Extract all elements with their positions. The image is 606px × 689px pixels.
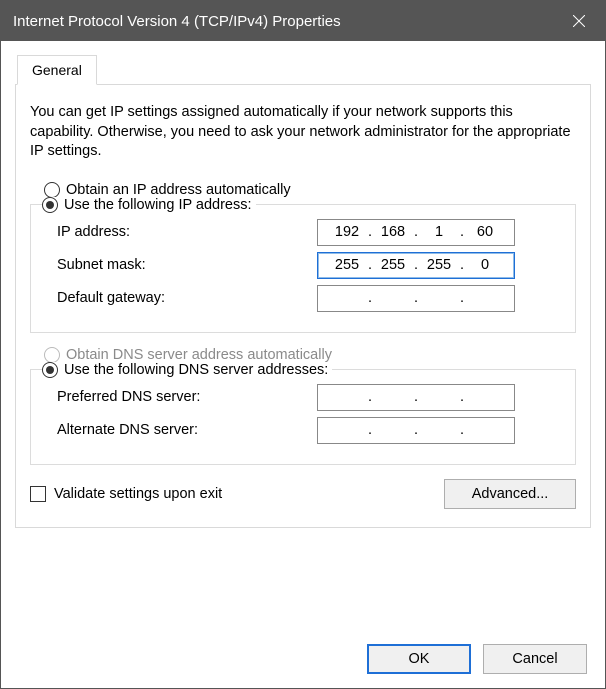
- radio-icon: [44, 347, 60, 363]
- close-icon: [573, 15, 585, 27]
- subnet-mask-input[interactable]: 255. 255. 255. 0: [317, 252, 515, 279]
- preferred-dns-label: Preferred DNS server:: [57, 389, 317, 405]
- ip-address-input[interactable]: 192. 168. 1. 60: [317, 219, 515, 246]
- ip-octet[interactable]: 192: [327, 224, 367, 240]
- ip-octet[interactable]: 0: [465, 257, 505, 273]
- tab-general[interactable]: General: [17, 55, 97, 85]
- ok-button[interactable]: OK: [367, 644, 471, 674]
- preferred-dns-input[interactable]: . . .: [317, 384, 515, 411]
- default-gateway-label: Default gateway:: [57, 290, 317, 306]
- radio-icon: [42, 197, 58, 213]
- radio-label: Obtain an IP address automatically: [66, 182, 291, 198]
- description-text: You can get IP settings assigned automat…: [30, 103, 576, 162]
- tab-sheet: You can get IP settings assigned automat…: [15, 85, 591, 528]
- ip-octet[interactable]: 255: [373, 257, 413, 273]
- advanced-button[interactable]: Advanced...: [444, 479, 576, 509]
- validate-checkbox[interactable]: [30, 486, 46, 502]
- cancel-button[interactable]: Cancel: [483, 644, 587, 674]
- radio-obtain-dns-auto: Obtain DNS server address automatically: [44, 347, 576, 363]
- dns-fieldset: Use the following DNS server addresses: …: [30, 369, 576, 465]
- radio-label: Use the following DNS server addresses:: [64, 362, 328, 378]
- ip-octet[interactable]: 255: [327, 257, 367, 273]
- window-title: Internet Protocol Version 4 (TCP/IPv4) P…: [13, 13, 341, 30]
- close-button[interactable]: [553, 1, 605, 41]
- radio-icon: [42, 362, 58, 378]
- validate-label: Validate settings upon exit: [54, 486, 222, 502]
- tab-row: General: [15, 55, 591, 85]
- ip-address-label: IP address:: [57, 224, 317, 240]
- properties-window: Internet Protocol Version 4 (TCP/IPv4) P…: [0, 0, 606, 689]
- radio-icon: [44, 182, 60, 198]
- default-gateway-input[interactable]: . . .: [317, 285, 515, 312]
- radio-label: Use the following IP address:: [64, 197, 252, 213]
- ip-octet[interactable]: 60: [465, 224, 505, 240]
- radio-obtain-ip-auto[interactable]: Obtain an IP address automatically: [44, 182, 576, 198]
- subnet-mask-label: Subnet mask:: [57, 257, 317, 273]
- ip-octet[interactable]: 168: [373, 224, 413, 240]
- radio-label: Obtain DNS server address automatically: [66, 347, 332, 363]
- ip-fieldset: Use the following IP address: IP address…: [30, 204, 576, 333]
- alternate-dns-input[interactable]: . . .: [317, 417, 515, 444]
- titlebar: Internet Protocol Version 4 (TCP/IPv4) P…: [1, 1, 605, 41]
- radio-use-following-ip[interactable]: Use the following IP address:: [42, 197, 256, 213]
- ip-octet[interactable]: 255: [419, 257, 459, 273]
- alternate-dns-label: Alternate DNS server:: [57, 422, 317, 438]
- ip-octet[interactable]: 1: [419, 224, 459, 240]
- radio-use-following-dns[interactable]: Use the following DNS server addresses:: [42, 362, 332, 378]
